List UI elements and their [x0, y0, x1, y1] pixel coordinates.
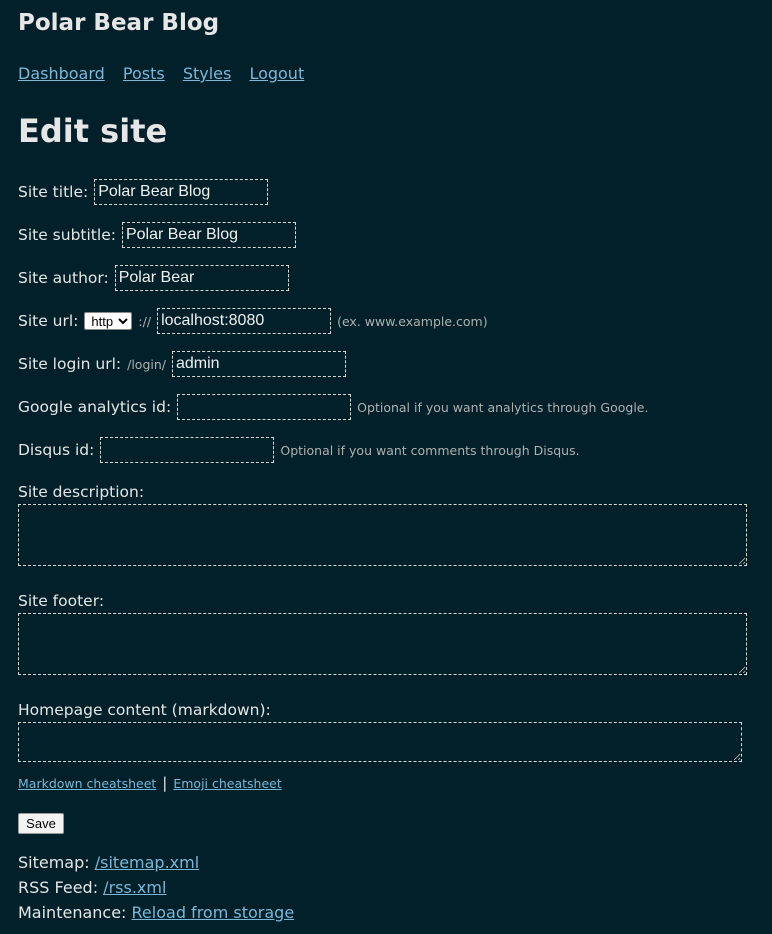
login-url-input[interactable]: [171, 351, 346, 377]
login-url-label: Site login url:: [18, 355, 122, 373]
rss-link[interactable]: /rss.xml: [103, 878, 166, 897]
disqus-hint: Optional if you want comments through Di…: [280, 442, 580, 458]
site-author-label: Site author:: [18, 269, 109, 287]
sitemap-row: Sitemap: /sitemap.xml: [18, 853, 199, 872]
nav-posts[interactable]: Posts: [123, 64, 165, 83]
rss-label: RSS Feed:: [18, 878, 99, 897]
reload-storage-link[interactable]: Reload from storage: [132, 903, 295, 922]
nav-logout[interactable]: Logout: [249, 64, 304, 83]
maintenance-row: Maintenance: Reload from storage: [18, 903, 294, 922]
site-url-label: Site url:: [18, 312, 79, 330]
site-title-input[interactable]: [94, 179, 269, 205]
rss-row: RSS Feed: /rss.xml: [18, 878, 166, 897]
site-title-label: Site title:: [18, 183, 89, 201]
description-label: Site description:: [18, 483, 145, 501]
homepage-label: Homepage content (markdown):: [18, 701, 271, 719]
site-url-row: Site url: http :// (ex. www.example.com): [18, 308, 488, 334]
footer-textarea[interactable]: [18, 613, 747, 675]
cheatsheet-links: Markdown cheatsheet | Emoji cheatsheet: [18, 774, 282, 792]
site-author-input[interactable]: [114, 265, 289, 291]
site-title: Polar Bear Blog: [18, 10, 220, 36]
page-title: Edit site: [18, 112, 168, 150]
site-url-input[interactable]: [157, 308, 332, 334]
footer-label: Site footer:: [18, 592, 105, 610]
sitemap-link[interactable]: /sitemap.xml: [95, 853, 199, 872]
disqus-input[interactable]: [100, 437, 275, 463]
main-nav: Dashboard Posts Styles Logout: [18, 64, 317, 83]
login-url-row: Site login url: /login/: [18, 351, 346, 377]
url-separator: ://: [138, 313, 152, 329]
google-analytics-hint: Optional if you want analytics through G…: [357, 399, 649, 415]
nav-styles[interactable]: Styles: [183, 64, 232, 83]
site-title-row: Site title:: [18, 179, 269, 205]
save-button[interactable]: Save: [18, 813, 64, 834]
nav-dashboard[interactable]: Dashboard: [18, 64, 105, 83]
description-textarea[interactable]: [18, 504, 747, 566]
site-author-row: Site author:: [18, 265, 289, 291]
google-analytics-label: Google analytics id:: [18, 398, 172, 416]
link-separator: |: [162, 774, 168, 792]
site-subtitle-input[interactable]: [121, 222, 296, 248]
sitemap-label: Sitemap:: [18, 853, 90, 872]
url-scheme-select[interactable]: http: [84, 312, 133, 330]
markdown-cheatsheet-link[interactable]: Markdown cheatsheet: [18, 776, 156, 791]
login-url-prefix: /login/: [127, 356, 166, 372]
disqus-row: Disqus id: Optional if you want comments…: [18, 437, 580, 463]
google-analytics-input[interactable]: [177, 394, 352, 420]
site-subtitle-row: Site subtitle:: [18, 222, 296, 248]
site-subtitle-label: Site subtitle:: [18, 226, 116, 244]
maintenance-label: Maintenance:: [18, 903, 127, 922]
homepage-textarea[interactable]: [18, 722, 742, 762]
site-url-hint: (ex. www.example.com): [337, 313, 488, 329]
disqus-label: Disqus id:: [18, 441, 95, 459]
emoji-cheatsheet-link[interactable]: Emoji cheatsheet: [173, 776, 281, 791]
google-analytics-row: Google analytics id: Optional if you wan…: [18, 394, 648, 420]
